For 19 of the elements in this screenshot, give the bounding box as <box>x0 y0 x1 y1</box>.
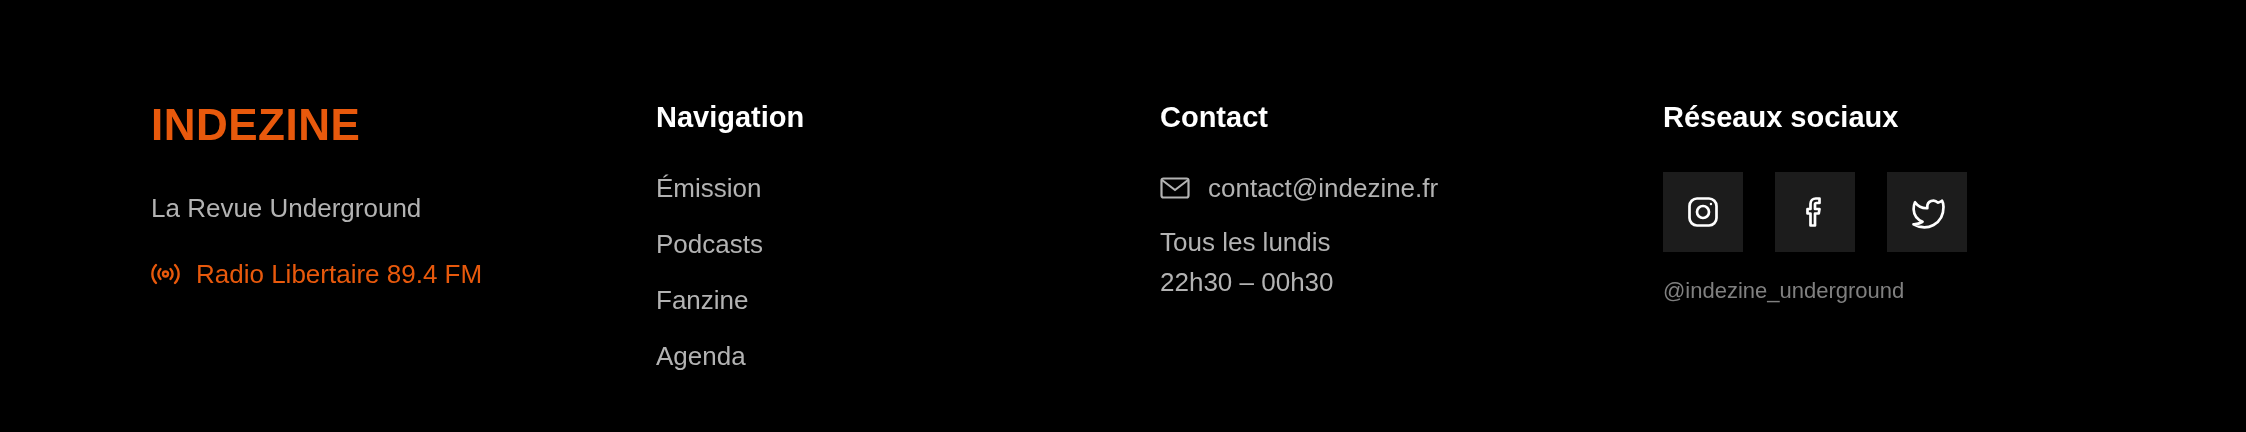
nav-link[interactable]: Fanzine <box>656 284 763 316</box>
section-heading: Contact <box>1160 100 1268 135</box>
email-link[interactable]: contact@indezine.fr <box>1208 172 1439 204</box>
nav-link[interactable]: Émission <box>656 172 763 204</box>
section-heading: Navigation <box>656 100 805 135</box>
nav-link[interactable]: Agenda <box>656 340 763 372</box>
social-handle: @indezine_underground <box>1663 277 1905 305</box>
mail-icon <box>1160 177 1190 199</box>
social-button[interactable] <box>1663 172 1743 252</box>
camera-icon <box>1685 194 1721 230</box>
radio-signal-icon <box>151 263 180 285</box>
social-button[interactable] <box>1775 172 1855 252</box>
tagline: La Revue Underground <box>151 192 422 224</box>
social-button[interactable] <box>1887 172 1967 252</box>
schedule-text: Tous les lundis 22h30 – 00h30 <box>1160 226 1334 299</box>
section-heading: Réseaux sociaux <box>1663 100 1899 135</box>
nav-link[interactable]: Podcasts <box>656 228 763 260</box>
logo: INDEZINE <box>151 100 361 150</box>
radio-station: Radio Libertaire 89.4 FM <box>196 258 483 290</box>
